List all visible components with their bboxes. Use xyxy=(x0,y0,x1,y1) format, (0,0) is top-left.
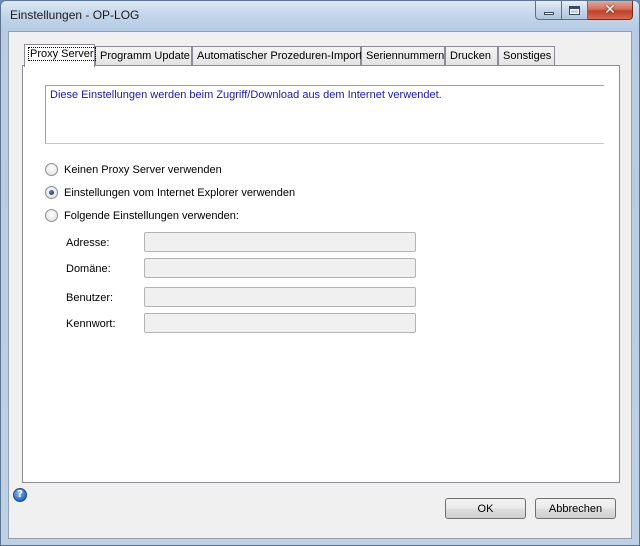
window-title: Einstellungen - OP-LOG xyxy=(10,8,140,22)
tab-label: Programm Update xyxy=(100,50,190,62)
tab-label: Drucken xyxy=(450,50,491,62)
dialog-client-area: Proxy Server Programm Update Automatisch… xyxy=(8,31,632,539)
tab-label: Proxy Server xyxy=(28,47,96,61)
minimize-icon xyxy=(543,11,554,15)
radio-button[interactable] xyxy=(45,209,58,222)
radio-custom-settings[interactable]: Folgende Einstellungen verwenden: xyxy=(45,209,239,222)
tab-label: Automatischer Prozeduren-Import xyxy=(197,50,363,62)
tab-label: Sonstiges xyxy=(503,50,552,62)
maximize-icon xyxy=(569,5,580,15)
radio-ie-settings[interactable]: Einstellungen vom Internet Explorer verw… xyxy=(45,186,295,199)
settings-window: Einstellungen - OP-LOG ✕ Proxy Server Pr… xyxy=(0,0,640,546)
radio-label: Folgende Einstellungen verwenden: xyxy=(64,209,239,222)
address-field[interactable] xyxy=(144,232,416,252)
user-label: Benutzer: xyxy=(66,292,114,304)
close-button[interactable]: ✕ xyxy=(588,1,633,20)
radio-button[interactable] xyxy=(45,163,58,176)
maximize-button[interactable] xyxy=(562,1,588,20)
radio-label: Einstellungen vom Internet Explorer verw… xyxy=(64,186,296,199)
tab-proxy-server[interactable]: Proxy Server xyxy=(24,44,96,67)
domain-label: Domäne: xyxy=(66,263,111,275)
radio-button-selected[interactable] xyxy=(45,186,58,199)
cancel-button[interactable]: Abbrechen xyxy=(535,498,616,519)
help-icon[interactable]: ? xyxy=(13,488,27,502)
tab-label: Seriennummern xyxy=(366,50,445,62)
info-box: Diese Einstellungen werden beim Zugriff/… xyxy=(45,85,604,144)
radio-label: Keinen Proxy Server verwenden xyxy=(64,163,222,176)
tab-seriennummern[interactable]: Seriennummern xyxy=(361,46,445,65)
password-field[interactable] xyxy=(144,313,416,333)
address-label: Adresse: xyxy=(66,237,110,249)
password-label: Kennwort: xyxy=(66,318,116,330)
close-icon: ✕ xyxy=(604,2,616,18)
tab-sonstiges[interactable]: Sonstiges xyxy=(498,46,555,65)
tab-prozeduren-import[interactable]: Automatischer Prozeduren-Import xyxy=(192,46,363,65)
minimize-button[interactable] xyxy=(535,1,562,20)
user-field[interactable] xyxy=(144,287,416,307)
ok-button[interactable]: OK xyxy=(445,498,526,519)
radio-no-proxy[interactable]: Keinen Proxy Server verwenden xyxy=(45,163,222,176)
domain-field[interactable] xyxy=(144,258,416,278)
caption-buttons: ✕ xyxy=(535,1,633,20)
tab-drucken[interactable]: Drucken xyxy=(445,46,498,65)
info-text: Diese Einstellungen werden beim Zugriff/… xyxy=(50,89,442,101)
proxy-server-panel: Diese Einstellungen werden beim Zugriff/… xyxy=(22,65,620,483)
title-bar[interactable]: Einstellungen - OP-LOG ✕ xyxy=(1,1,639,31)
tab-programm-update[interactable]: Programm Update xyxy=(95,46,192,65)
